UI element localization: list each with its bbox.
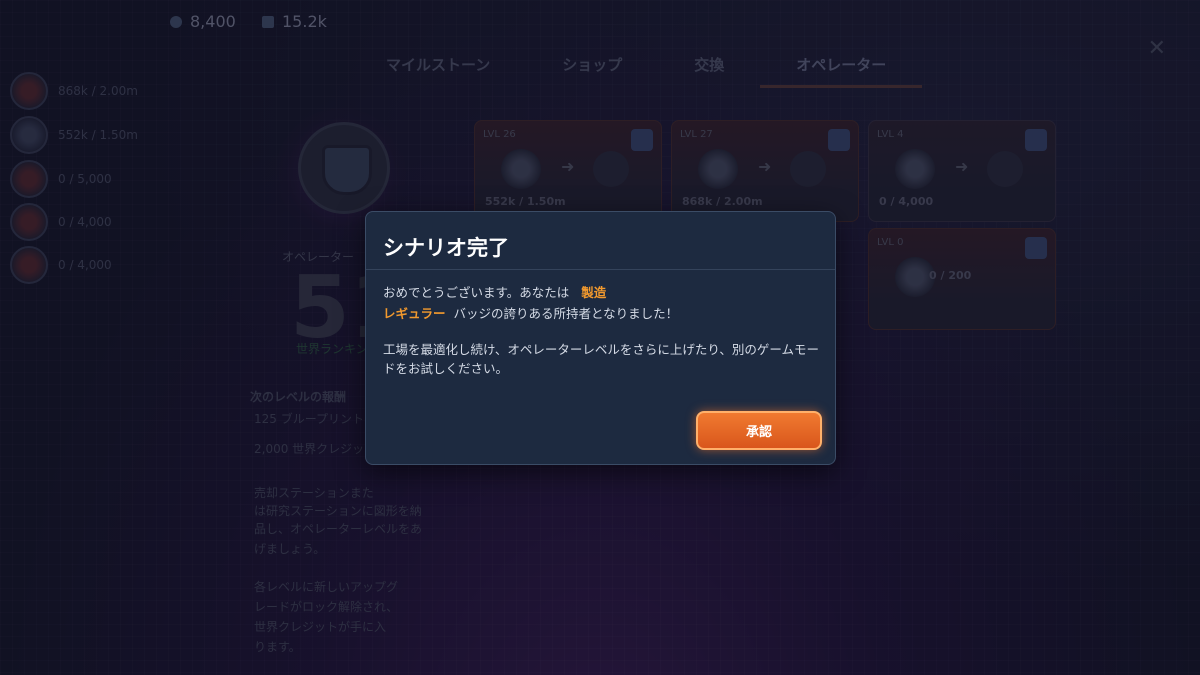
- message-suffix: バッジの誇りある所持者となりました！: [453, 306, 679, 321]
- dialog-hint: 工場を最適化し続け、オペレーターレベルをさらに上げたり、別のゲームモードをお試し…: [383, 342, 820, 376]
- confirm-button[interactable]: 承認: [696, 411, 822, 450]
- message-prefix: おめでとうございます。あなたは: [383, 285, 570, 300]
- dialog-message: おめでとうございます。あなたは 製造 レギュラー バッジの誇りある所持者となりま…: [383, 282, 803, 324]
- badge-name-second: レギュラー: [383, 306, 446, 321]
- dialog-title: シナリオ完了: [383, 236, 509, 260]
- badge-name-first: 製造: [581, 285, 607, 300]
- scenario-complete-dialog: シナリオ完了 おめでとうございます。あなたは 製造 レギュラー バッジの誇りある…: [365, 211, 836, 465]
- divider: [366, 269, 835, 270]
